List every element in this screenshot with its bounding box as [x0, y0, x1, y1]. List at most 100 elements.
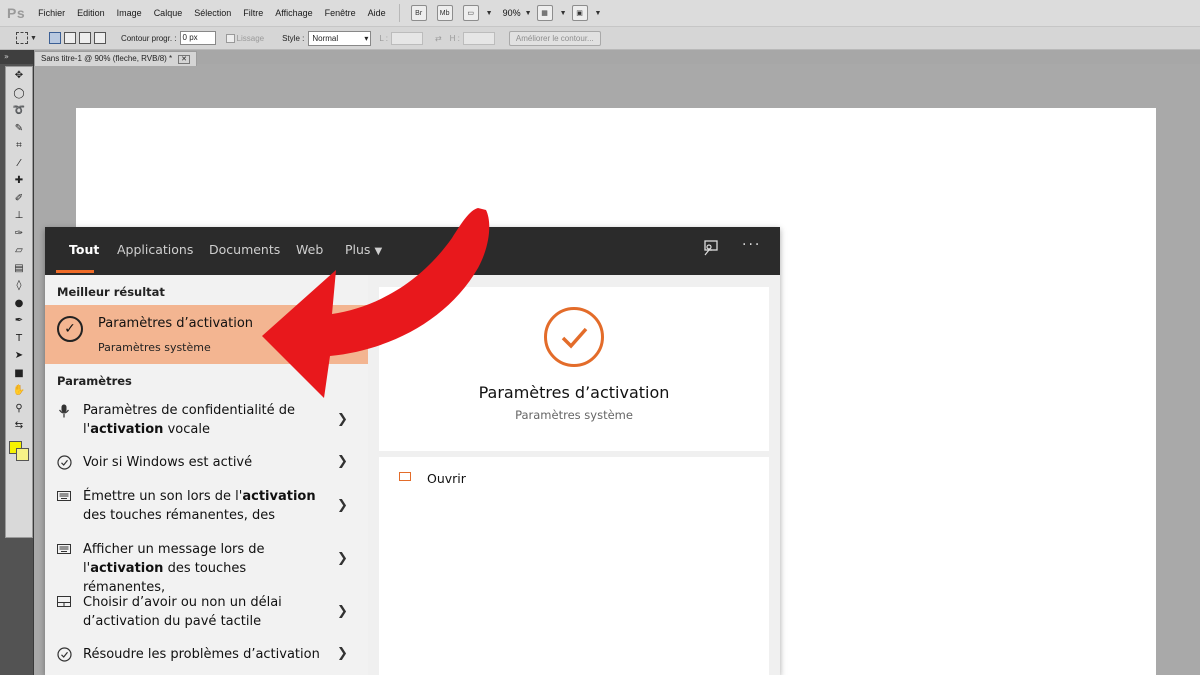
- healing-brush-icon[interactable]: ✚: [6, 172, 32, 190]
- clone-stamp-icon[interactable]: ⊥: [6, 207, 32, 225]
- check-circle-icon: [544, 307, 604, 367]
- lasso-icon[interactable]: ➰: [6, 102, 32, 120]
- add-selection-button[interactable]: [63, 32, 76, 44]
- arrange-documents-button[interactable]: ▦: [536, 5, 553, 21]
- preview-subtitle: Paramètres système: [515, 408, 633, 422]
- preview-header: Paramètres d’activation Paramètres systè…: [379, 287, 769, 451]
- preview-title: Paramètres d’activation: [478, 383, 670, 402]
- list-item[interactable]: Émettre un son lors de l'activation des t…: [45, 487, 368, 531]
- zoom-icon[interactable]: ⚲: [6, 400, 32, 418]
- more-options-icon[interactable]: ···: [742, 237, 761, 253]
- chevron-down-icon[interactable]: ▼: [486, 10, 493, 17]
- menu-calque[interactable]: Calque: [154, 8, 183, 18]
- menu-affichage[interactable]: Affichage: [275, 8, 312, 18]
- setting-text: Choisir d’avoir ou non un délai d’activat…: [83, 593, 323, 631]
- brush-icon[interactable]: ✐: [6, 190, 32, 208]
- menu-filtre[interactable]: Filtre: [243, 8, 263, 18]
- style-select[interactable]: Normal: [308, 30, 372, 46]
- menubar-separator: [398, 4, 400, 22]
- best-result-item[interactable]: ✓ Paramètres d’activation Paramètres sys…: [45, 305, 368, 364]
- chevron-down-icon[interactable]: ▼: [595, 10, 602, 17]
- chevron-down-icon: ▼: [374, 246, 383, 257]
- ellipse-marquee-icon[interactable]: ◯: [6, 85, 32, 103]
- tab-tout[interactable]: Tout: [69, 227, 99, 275]
- width-field[interactable]: [390, 31, 423, 45]
- hand-icon[interactable]: ✋: [6, 382, 32, 400]
- list-item[interactable]: Choisir d’avoir ou non un délai d’activat…: [45, 593, 368, 637]
- marquee-tool-icon[interactable]: [16, 32, 28, 44]
- minibridge-button[interactable]: Mb: [436, 5, 453, 21]
- pen-icon[interactable]: ✒: [6, 312, 32, 330]
- intersect-selection-button[interactable]: [93, 32, 106, 44]
- best-result-subtitle: Paramètres système: [98, 341, 211, 354]
- zoom-level[interactable]: 90%: [503, 8, 521, 18]
- document-tab-title: Sans titre-1 @ 90% (fleche, RVB/8) *: [41, 54, 173, 63]
- screen-mode-button[interactable]: ▣: [571, 5, 588, 21]
- menu-edition[interactable]: Edition: [77, 8, 105, 18]
- list-item[interactable]: Résoudre les problèmes d’activation ❯: [45, 645, 368, 675]
- history-brush-icon[interactable]: ✑: [6, 225, 32, 243]
- swap-icon[interactable]: ⇄: [435, 34, 442, 43]
- crop-icon[interactable]: ⌗: [6, 137, 32, 155]
- type-tool-icon[interactable]: T: [6, 330, 32, 348]
- feedback-icon[interactable]: [702, 239, 720, 261]
- bridge-button[interactable]: Br: [410, 5, 427, 21]
- chevron-right-icon: ❯: [337, 604, 348, 619]
- tab-applications[interactable]: Applications: [117, 227, 193, 275]
- antialias-checkbox[interactable]: [225, 33, 235, 43]
- menu-aide[interactable]: Aide: [368, 8, 386, 18]
- list-item[interactable]: Paramètres de confidentialité de l'activa…: [45, 401, 368, 445]
- eraser-icon[interactable]: ▱: [6, 242, 32, 260]
- list-item[interactable]: Voir si Windows est activé ❯: [45, 453, 368, 483]
- gradient-icon[interactable]: ▤: [6, 260, 32, 278]
- keyboard-icon: [56, 543, 72, 557]
- tab-plus[interactable]: Plus ▼: [345, 227, 382, 275]
- feather-input[interactable]: 0 px: [179, 31, 216, 45]
- dodge-icon[interactable]: ●: [6, 295, 32, 313]
- shape-tool-icon[interactable]: ■: [6, 365, 32, 383]
- tab-documents[interactable]: Documents: [209, 227, 280, 275]
- close-icon[interactable]: ✕: [178, 55, 191, 64]
- path-selection-icon[interactable]: ➤: [6, 347, 32, 365]
- keyboard-icon: [56, 490, 72, 504]
- chevron-right-icon: ❯: [337, 412, 348, 427]
- chevron-down-icon[interactable]: ▼: [30, 35, 37, 42]
- quick-selection-icon[interactable]: ✎: [6, 120, 32, 138]
- setting-line: Choisir d’avoir ou non un délai: [83, 595, 282, 610]
- menu-fenetre[interactable]: Fenêtre: [325, 8, 356, 18]
- search-header: Tout Applications Documents Web Plus ▼ ·…: [45, 227, 780, 275]
- height-field[interactable]: [462, 31, 495, 45]
- eyedropper-icon[interactable]: ⁄: [6, 155, 32, 173]
- microphone-icon: [56, 404, 72, 421]
- list-item[interactable]: Afficher un message lors de l'activation …: [45, 540, 368, 595]
- preview-actions: Ouvrir: [379, 457, 769, 675]
- tab-web[interactable]: Web: [296, 227, 323, 275]
- check-circle-icon: [56, 455, 72, 473]
- toolbox-grip[interactable]: »: [0, 50, 33, 64]
- document-tab[interactable]: Sans titre-1 @ 90% (fleche, RVB/8) * ✕: [34, 51, 198, 66]
- blur-icon[interactable]: ◊: [6, 277, 32, 295]
- chevron-down-icon[interactable]: ▼: [525, 10, 532, 17]
- chevron-down-icon[interactable]: ▼: [560, 10, 567, 17]
- setting-text: Résoudre les problèmes d’activation: [83, 647, 320, 662]
- background-color-swatch[interactable]: [16, 448, 29, 461]
- subtract-selection-button[interactable]: [78, 32, 91, 44]
- menu-selection[interactable]: Sélection: [194, 8, 231, 18]
- highlight-term: activation: [90, 422, 164, 437]
- toolbox: » ✥ ◯ ➰ ✎ ⌗ ⁄ ✚ ✐ ⊥ ✑ ▱ ▤ ◊ ● ✒ T ➤ ■ ✋ …: [0, 50, 34, 675]
- width-label: L :: [379, 33, 388, 43]
- chevron-right-icon: ❯: [337, 551, 348, 566]
- style-label: Style :: [282, 33, 305, 43]
- setting-text: Voir si Windows est activé: [83, 455, 253, 470]
- highlight-term: activation: [90, 561, 164, 576]
- menu-fichier[interactable]: Fichier: [38, 8, 65, 18]
- menu-image[interactable]: Image: [117, 8, 142, 18]
- refine-edge-button[interactable]: Améliorer le contour...: [508, 30, 601, 46]
- settings-heading: Paramètres: [57, 374, 132, 388]
- results-list: Meilleur résultat ✓ Paramètres d’activat…: [45, 275, 368, 675]
- open-label: Ouvrir: [427, 471, 466, 486]
- new-selection-button[interactable]: [48, 32, 61, 44]
- move-tool-icon[interactable]: ✥: [6, 67, 32, 85]
- view-extras-button[interactable]: ▭: [462, 5, 479, 21]
- swap-colors-icon[interactable]: ⇆: [6, 417, 32, 435]
